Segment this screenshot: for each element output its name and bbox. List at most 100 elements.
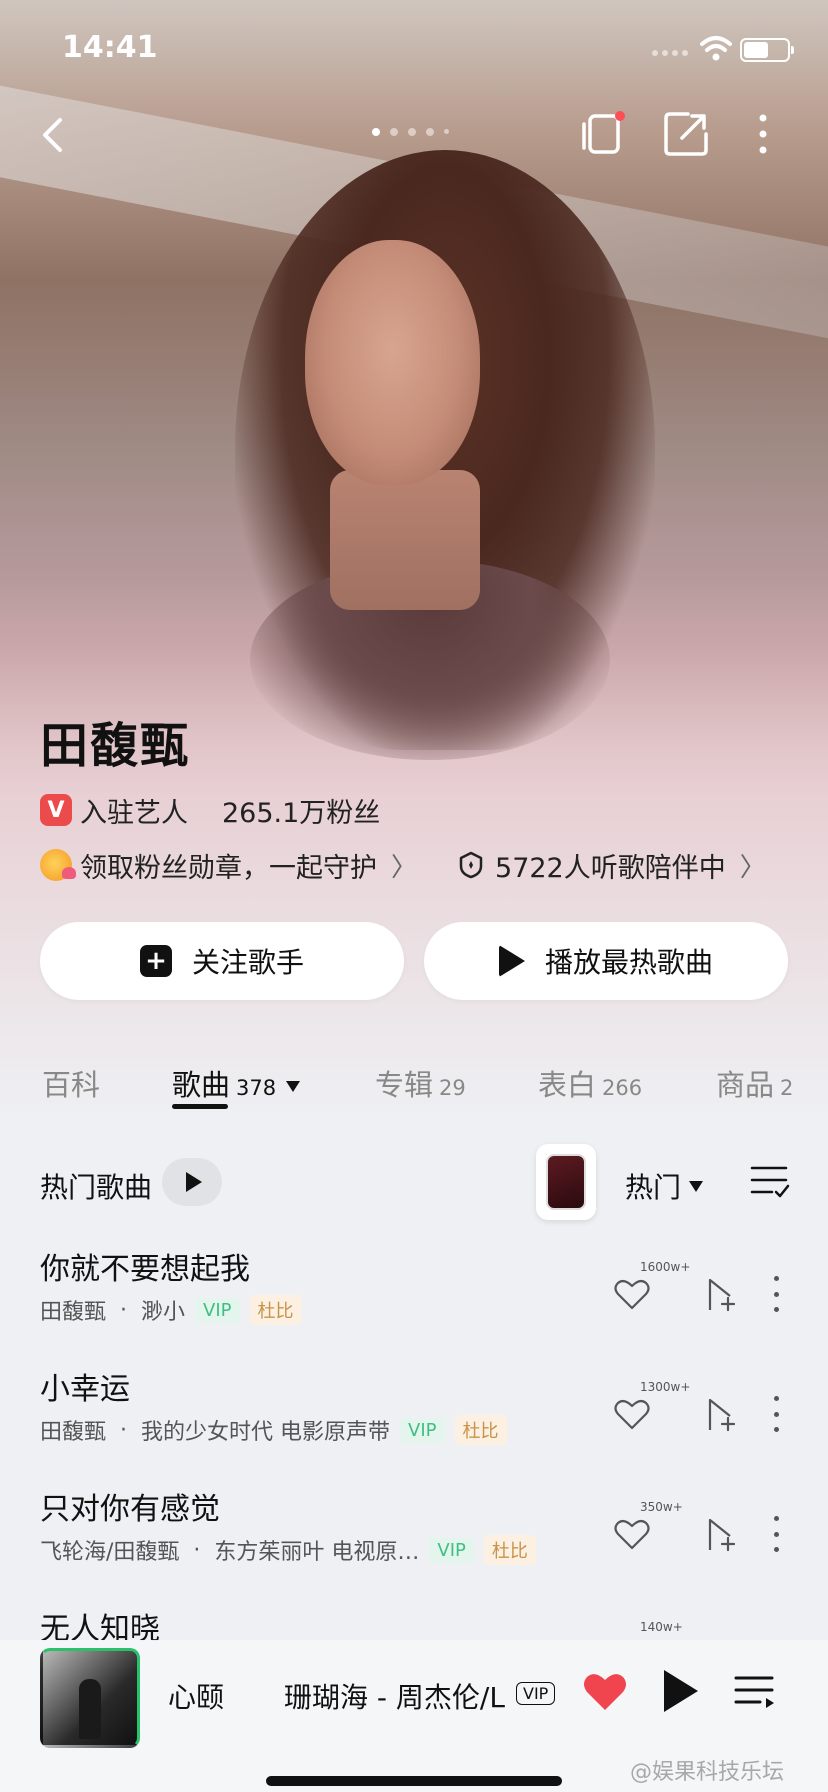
tab-count: 29 [439, 1076, 466, 1100]
top-nav [0, 100, 828, 170]
song-subtitle: 飞轮海/田馥甄 · 东方茱丽叶 电视原… VIP 杜比 [40, 1534, 536, 1566]
song-album: 渺小 [141, 1300, 186, 1325]
song-subtitle: 田馥甄 · 渺小 VIP 杜比 [40, 1294, 302, 1326]
heart-outline-icon[interactable] [612, 1274, 652, 1314]
tab-count: 378 [236, 1076, 277, 1100]
verified-badge-icon: V [40, 794, 72, 826]
song-artist: 田馥甄 [40, 1300, 107, 1325]
wifi-icon [700, 36, 732, 61]
player-title: 心颐 [168, 1681, 225, 1714]
active-tab-indicator [172, 1104, 228, 1109]
play-all-button[interactable] [162, 1158, 222, 1206]
song-album: 我的少女时代 电影原声带 [141, 1420, 391, 1445]
vip-tag: VIP [400, 1417, 445, 1443]
vinyl-record-button[interactable] [536, 1144, 596, 1220]
tab-label: 表白 [538, 1068, 597, 1102]
song-title: 你就不要想起我 [40, 1252, 250, 1287]
playlist-icon[interactable] [734, 1674, 776, 1710]
like-count: 1300w+ [640, 1380, 691, 1394]
artist-meta: V 入驻艺人 265.1万粉丝 [40, 790, 380, 830]
song-title: 小幸运 [40, 1372, 130, 1407]
signal-icon [652, 50, 688, 56]
tab-songs[interactable]: 歌曲 378 [172, 1062, 301, 1104]
verified-label: 入驻艺人 [80, 797, 188, 829]
song-row[interactable]: 你就不要想起我 田馥甄 · 渺小 VIP 杜比 1600w+ [0, 1244, 828, 1364]
chevron-right-icon: 〉 [739, 852, 766, 883]
tab-merch[interactable]: 商品 2 [716, 1062, 793, 1104]
artist-name: 田馥甄 [40, 718, 191, 774]
artist-extra-row: 领取粉丝勋章，一起守护 〉 5722人听歌陪伴中 〉 [40, 845, 766, 885]
chevron-right-icon: 〉 [391, 852, 418, 883]
dolby-tag: 杜比 [483, 1535, 536, 1565]
play-icon [664, 1670, 698, 1712]
player-vip-badge: VIP [516, 1682, 556, 1705]
status-bar: 14:41 [0, 0, 828, 96]
page-indicator [372, 128, 449, 136]
heart-outline-icon[interactable] [612, 1394, 652, 1434]
hot-songs-label: 热门歌曲 [40, 1171, 153, 1204]
tablet-icon[interactable] [578, 108, 630, 160]
tab-label: 商品 [716, 1068, 775, 1102]
tab-count: 2 [780, 1076, 794, 1100]
watermark: @娱果科技乐坛 [630, 1760, 785, 1785]
song-more-icon[interactable] [770, 1516, 782, 1552]
record-icon [546, 1154, 586, 1210]
album-cover[interactable] [40, 1648, 140, 1748]
tab-confessions[interactable]: 表白 266 [538, 1062, 642, 1104]
add-to-playlist-icon[interactable] [698, 1394, 738, 1434]
play-pause-button[interactable] [664, 1670, 704, 1714]
caret-down-icon [286, 1081, 301, 1092]
song-row[interactable]: 小幸运 田馥甄 · 我的少女时代 电影原声带 VIP 杜比 1300w+ [0, 1364, 828, 1484]
tab-wiki[interactable]: 百科 [42, 1062, 100, 1104]
caret-down-icon [689, 1180, 704, 1192]
vip-tag: VIP [429, 1537, 474, 1563]
share-icon[interactable] [660, 108, 712, 160]
plus-icon: + [139, 945, 172, 977]
song-artist: 飞轮海/田馥甄 [40, 1540, 180, 1565]
like-count: 140w+ [640, 1620, 683, 1634]
heart-outline-icon[interactable] [612, 1514, 652, 1554]
smile-heart-emoji-icon [40, 849, 76, 881]
dolby-tag: 杜比 [249, 1295, 302, 1325]
follow-label: 关注歌手 [191, 946, 304, 979]
artist-tabs: 百科 歌曲 378 专辑 29 表白 266 商品 2 [0, 1052, 828, 1112]
like-count: 350w+ [640, 1500, 683, 1514]
tab-count: 266 [602, 1076, 643, 1100]
song-row[interactable]: 只对你有感觉 飞轮海/田馥甄 · 东方茱丽叶 电视原… VIP 杜比 350w+ [0, 1484, 828, 1604]
sort-dropdown[interactable]: 热门 [625, 1166, 704, 1206]
photo-face [305, 240, 480, 485]
fan-medal-link[interactable]: 领取粉丝勋章，一起守护 [80, 846, 377, 885]
vip-tag: VIP [195, 1297, 240, 1323]
play-icon [498, 945, 525, 977]
add-to-playlist-icon[interactable] [698, 1514, 738, 1554]
tab-label: 专辑 [375, 1068, 434, 1102]
song-more-icon[interactable] [770, 1276, 782, 1312]
song-more-icon[interactable] [770, 1396, 782, 1432]
like-count: 1600w+ [640, 1260, 691, 1274]
multi-select-icon[interactable] [750, 1164, 790, 1200]
back-icon[interactable] [30, 110, 80, 160]
tab-albums[interactable]: 专辑 29 [375, 1062, 466, 1104]
heart-filled-icon[interactable] [582, 1670, 628, 1712]
sort-label: 热门 [625, 1171, 682, 1204]
play-hot-label: 播放最热歌曲 [544, 946, 713, 979]
song-subtitle: 田馥甄 · 我的少女时代 电影原声带 VIP 杜比 [40, 1414, 507, 1446]
status-time: 14:41 [62, 30, 158, 65]
play-icon [186, 1172, 202, 1192]
photo-neck [330, 470, 480, 610]
dolby-tag: 杜比 [454, 1415, 507, 1445]
song-title: 只对你有感觉 [40, 1492, 220, 1527]
home-indicator [266, 1776, 562, 1786]
companion-link[interactable]: 5722人听歌陪伴中 [495, 846, 726, 885]
song-artist: 田馥甄 [40, 1420, 107, 1445]
player-song: 珊瑚海 - 周杰伦/L [284, 1681, 505, 1714]
follow-artist-button[interactable]: + 关注歌手 [40, 922, 404, 1000]
more-icon[interactable] [748, 108, 778, 160]
song-album: 东方茱丽叶 电视原… [214, 1540, 420, 1565]
play-hot-songs-button[interactable]: 播放最热歌曲 [424, 922, 788, 1000]
tab-label: 百科 [42, 1068, 101, 1102]
tab-label: 歌曲 [172, 1068, 231, 1102]
add-to-playlist-icon[interactable] [698, 1274, 738, 1314]
fan-count[interactable]: 265.1万粉丝 [222, 791, 380, 830]
battery-icon [740, 38, 794, 62]
